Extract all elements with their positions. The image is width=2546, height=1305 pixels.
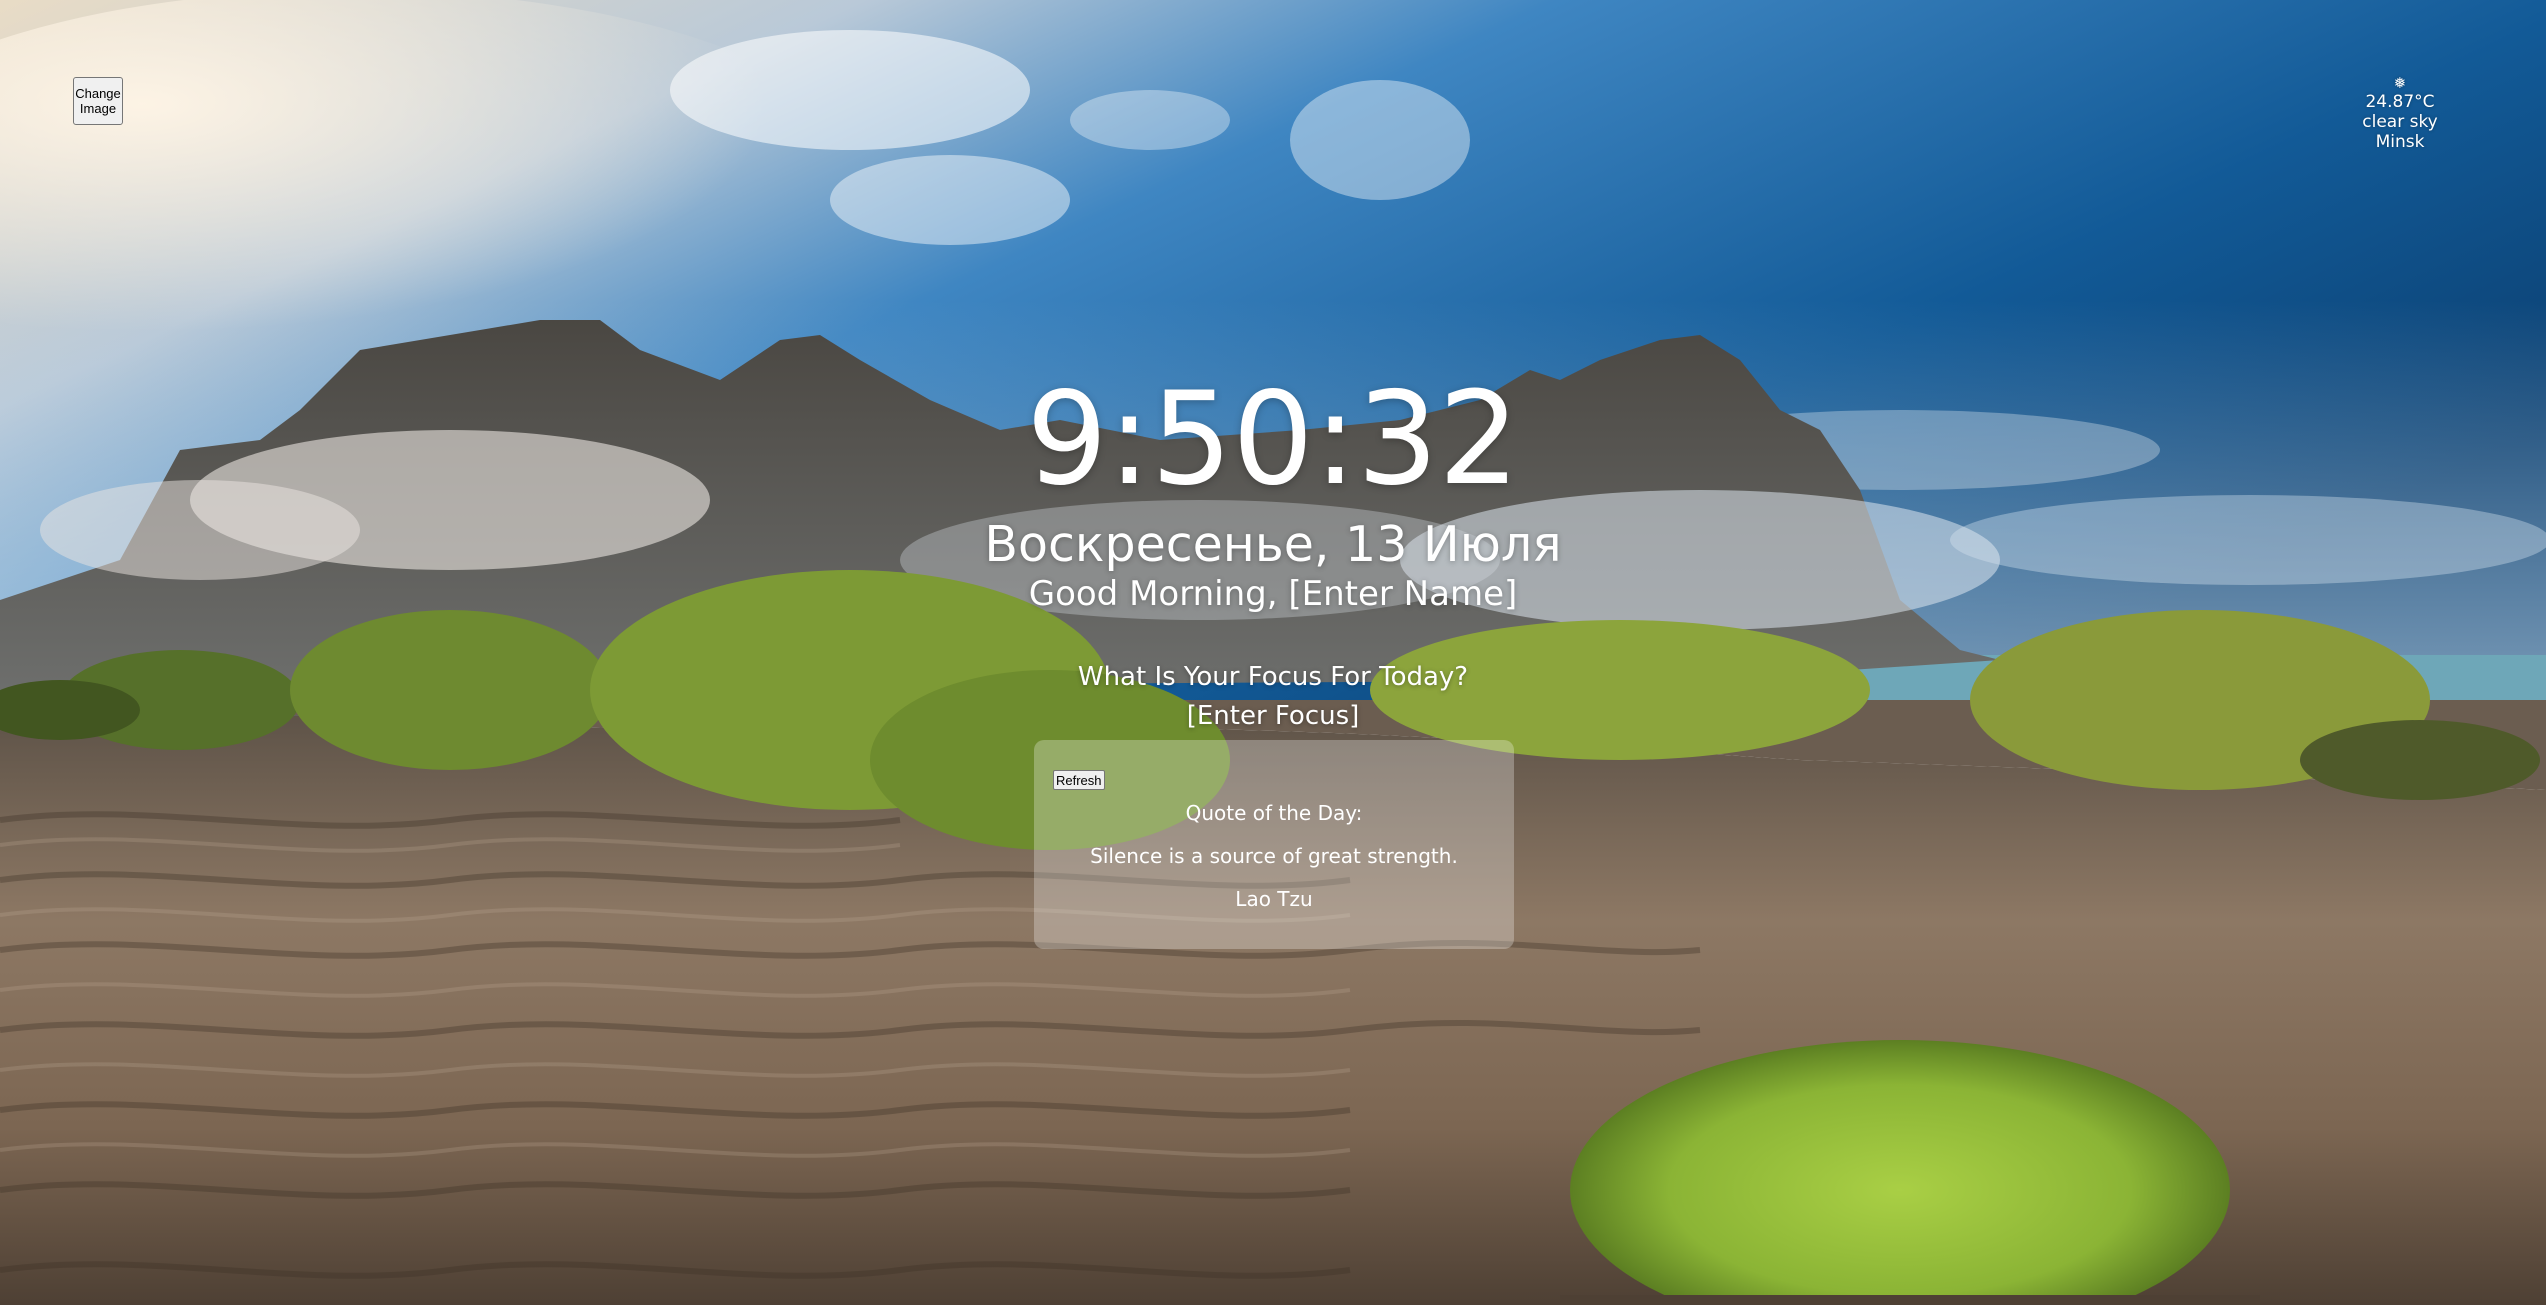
- quote-author: Lao Tzu: [1235, 887, 1313, 911]
- clock-time: 9:50:32: [1026, 365, 1520, 514]
- quote-text: Silence is a source of great strength.: [1090, 844, 1458, 868]
- focus-input[interactable]: [Enter Focus]: [1173, 699, 1373, 733]
- weather-widget: ❅ 24.87°C clear sky Minsk: [2330, 74, 2470, 152]
- greeting-prefix: Good Morning,: [1028, 574, 1289, 614]
- weather-icon: ❅: [2393, 74, 2407, 92]
- momentum-dashboard: Change Image ❅ 24.87°C clear sky Minsk 9…: [0, 0, 2546, 1305]
- refresh-quote-button[interactable]: Refresh: [1053, 770, 1105, 790]
- change-image-button[interactable]: Change Image: [73, 77, 123, 125]
- weather-city: Minsk: [2375, 132, 2425, 152]
- greeting: Good Morning, [Enter Name]: [0, 572, 2546, 616]
- quote-card: Refresh Quote of the Day: Silence is a s…: [1034, 740, 1514, 949]
- weather-description: clear sky: [2362, 112, 2438, 132]
- name-input[interactable]: [Enter Name]: [1288, 574, 1517, 614]
- current-date: Воскресенье, 13 Июля: [984, 516, 1562, 573]
- quote-title: Quote of the Day:: [1185, 801, 1363, 825]
- background-landscape-image: [0, 0, 2546, 1305]
- focus-question: What Is Your Focus For Today?: [1077, 662, 1469, 692]
- weather-temperature: 24.87°C: [2365, 92, 2435, 112]
